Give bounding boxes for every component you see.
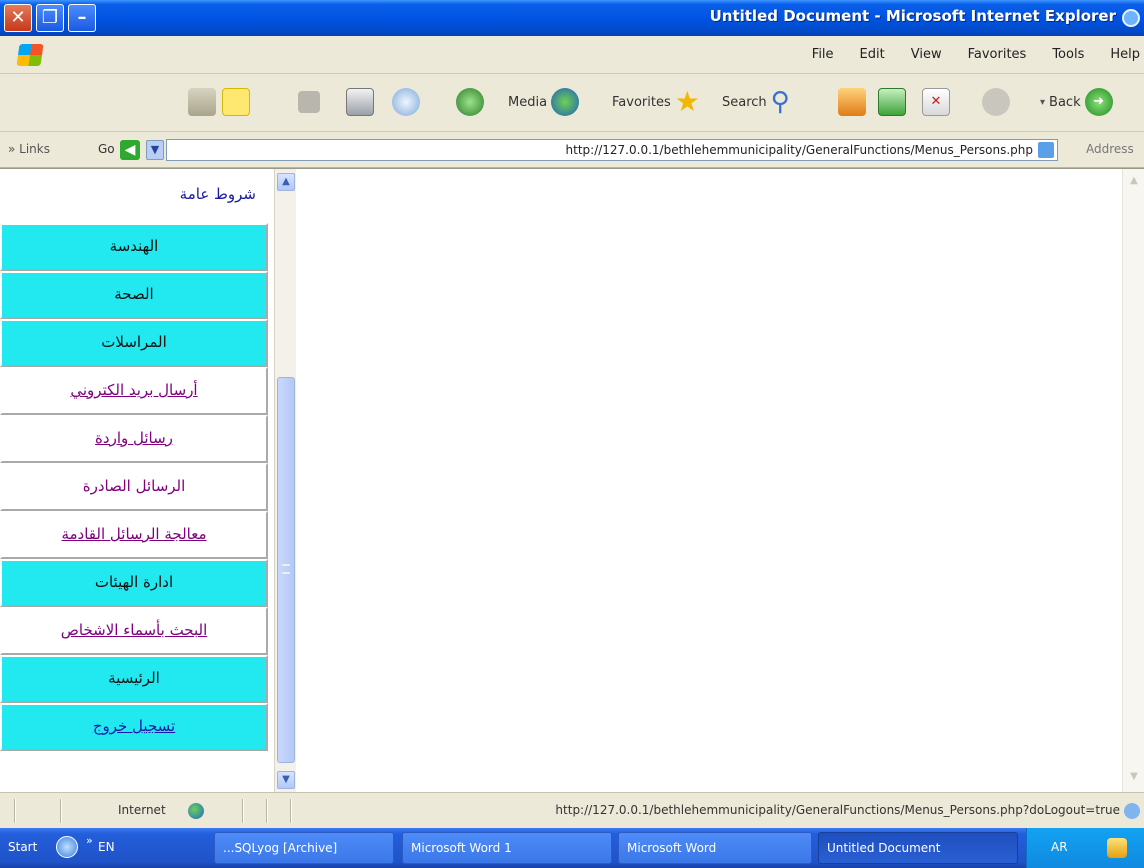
menu-item-send-email[interactable]: أرسال بريد الكتروني: [0, 367, 268, 415]
menu-tools[interactable]: Tools: [1052, 47, 1084, 62]
address-input[interactable]: http://127.0.0.1/bethlehemmunicipality/G…: [166, 139, 1058, 161]
address-bar: » Links Go ◀ ▼ http://127.0.0.1/bethlehe…: [0, 132, 1144, 168]
menu-item-outgoing-messages[interactable]: الرسائل الصادرة: [0, 463, 268, 511]
links-label[interactable]: » Links: [8, 142, 50, 156]
scrollbar-thumb[interactable]: [277, 377, 295, 763]
refresh-icon: [878, 88, 906, 116]
search-label: Search: [722, 94, 767, 110]
edit-page-button[interactable]: [222, 84, 250, 120]
status-url: http://127.0.0.1/bethlehemmunicipality/G…: [555, 803, 1120, 817]
task-untitled-document[interactable]: Untitled Document: [818, 832, 1018, 864]
back-arrow-icon: ➜: [1084, 88, 1113, 116]
back-label: Back: [1049, 94, 1081, 110]
menu-item-correspondence[interactable]: المراسلات: [0, 319, 268, 367]
search-icon: ⚲: [770, 87, 790, 117]
address-dropdown-icon[interactable]: ▼: [146, 140, 164, 160]
search-button[interactable]: Search ⚲: [722, 84, 790, 120]
note-icon: [222, 88, 250, 116]
menu-help[interactable]: Help: [1110, 47, 1140, 62]
ie-window: ✕ ❐ – Untitled Document - Microsoft Inte…: [0, 0, 1144, 868]
menu-favorites[interactable]: Favorites: [968, 47, 1027, 62]
menu-view[interactable]: View: [911, 47, 942, 62]
history-icon: [456, 88, 484, 116]
side-menu-scrollbar[interactable]: ▲ ▼: [274, 169, 296, 793]
menu-item-search-persons[interactable]: البحث بأسماء الاشخاص: [0, 607, 268, 655]
tray-lang[interactable]: AR: [1051, 840, 1068, 854]
home-button[interactable]: [838, 84, 866, 120]
refresh-button[interactable]: [878, 84, 906, 120]
media-button[interactable]: Media: [508, 84, 580, 120]
main-scroll-up-icon[interactable]: ▲: [1126, 175, 1142, 191]
ie-page-icon: [1124, 803, 1140, 819]
menu-file[interactable]: File: [812, 47, 834, 62]
messenger-icon: [188, 88, 216, 116]
status-bar: Internet http://127.0.0.1/bethlehemmunic…: [0, 792, 1144, 828]
menu-item-engineering[interactable]: الهندسة: [0, 223, 268, 271]
task-word-1[interactable]: Microsoft Word 1: [402, 832, 612, 864]
start-label[interactable]: Start: [8, 840, 37, 854]
media-label: Media: [508, 94, 548, 110]
mail-icon: [392, 88, 420, 116]
menu-item-logout[interactable]: تسجيل خروج: [0, 703, 268, 751]
lang-indicator[interactable]: EN: [98, 840, 115, 854]
page-content: شروط عامة الهندسة الصحة المراسلات أرسال …: [0, 168, 1144, 793]
favorites-button[interactable]: Favorites ★: [612, 84, 700, 120]
menu-item-incoming-messages[interactable]: رسائل واردة: [0, 415, 268, 463]
quicklaunch-chevron-icon[interactable]: »: [86, 834, 93, 847]
menu-bar: Help Tools Favorites View Edit File: [0, 36, 1144, 74]
menu-item-process-messages[interactable]: معالجة الرسائل القادمة: [0, 511, 268, 559]
side-menu-frame: شروط عامة الهندسة الصحة المراسلات أرسال …: [0, 169, 296, 793]
ie-icon: [1122, 9, 1140, 27]
security-zone: Internet: [118, 803, 166, 817]
main-scrollbar[interactable]: ▲ ▼: [1122, 169, 1144, 793]
star-icon: ★: [674, 85, 700, 118]
mail-button[interactable]: [392, 84, 420, 120]
menu-item-manage-bodies[interactable]: ادارة الهيئات: [0, 559, 268, 607]
history-button[interactable]: [456, 84, 484, 120]
go-arrow-icon[interactable]: ◀: [120, 140, 140, 160]
print-button[interactable]: [346, 84, 374, 120]
forward-button[interactable]: [982, 84, 1010, 120]
taskbar: Start » EN ...SQLyog [Archive] Microsoft…: [0, 828, 1144, 868]
task-sqlyog[interactable]: ...SQLyog [Archive]: [214, 832, 394, 864]
menu-edit[interactable]: Edit: [860, 47, 885, 62]
go-label[interactable]: Go: [98, 142, 115, 156]
stop-icon: ✕: [922, 88, 950, 116]
scroll-down-icon[interactable]: ▼: [277, 771, 295, 789]
ie-quicklaunch-icon[interactable]: [56, 836, 78, 858]
windows-logo-icon: [16, 44, 44, 66]
toolbar: Media Favorites ★ Search ⚲ ✕ ▾ Back ➜: [0, 74, 1144, 132]
task-word-2[interactable]: Microsoft Word: [618, 832, 812, 864]
tray-app-icon[interactable]: [1107, 838, 1127, 858]
address-label: Address: [1086, 142, 1134, 156]
back-button[interactable]: ▾ Back ➜: [1040, 84, 1113, 120]
discuss-icon: [298, 91, 320, 113]
forward-icon: [982, 88, 1010, 116]
discuss-button[interactable]: [298, 84, 320, 120]
menu-item-general-terms[interactable]: شروط عامة: [0, 171, 268, 219]
globe-icon: [188, 803, 204, 819]
close-button[interactable]: ✕: [4, 4, 32, 32]
minimize-button[interactable]: –: [68, 4, 96, 32]
stop-button[interactable]: ✕: [922, 84, 950, 120]
side-menu: شروط عامة الهندسة الصحة المراسلات أرسال …: [0, 169, 268, 793]
media-icon: [551, 88, 580, 116]
back-dropdown-icon: ▾: [1040, 96, 1046, 108]
menu-item-health[interactable]: الصحة: [0, 271, 268, 319]
page-icon: [1038, 142, 1054, 158]
main-scroll-down-icon[interactable]: ▼: [1126, 771, 1142, 787]
menu-items: Help Tools Favorites View Edit File: [812, 47, 1140, 62]
scroll-up-icon[interactable]: ▲: [277, 173, 295, 191]
system-tray: AR: [1026, 828, 1144, 868]
main-frame: [296, 169, 1122, 793]
restore-button[interactable]: ❐: [36, 4, 64, 32]
title-bar[interactable]: ✕ ❐ – Untitled Document - Microsoft Inte…: [0, 0, 1144, 36]
messenger-button[interactable]: [188, 84, 216, 120]
menu-item-home[interactable]: الرئيسية: [0, 655, 268, 703]
favorites-label: Favorites: [612, 94, 671, 110]
print-icon: [346, 88, 374, 116]
window-title: Untitled Document - Microsoft Internet E…: [709, 7, 1116, 25]
home-icon: [838, 88, 866, 116]
